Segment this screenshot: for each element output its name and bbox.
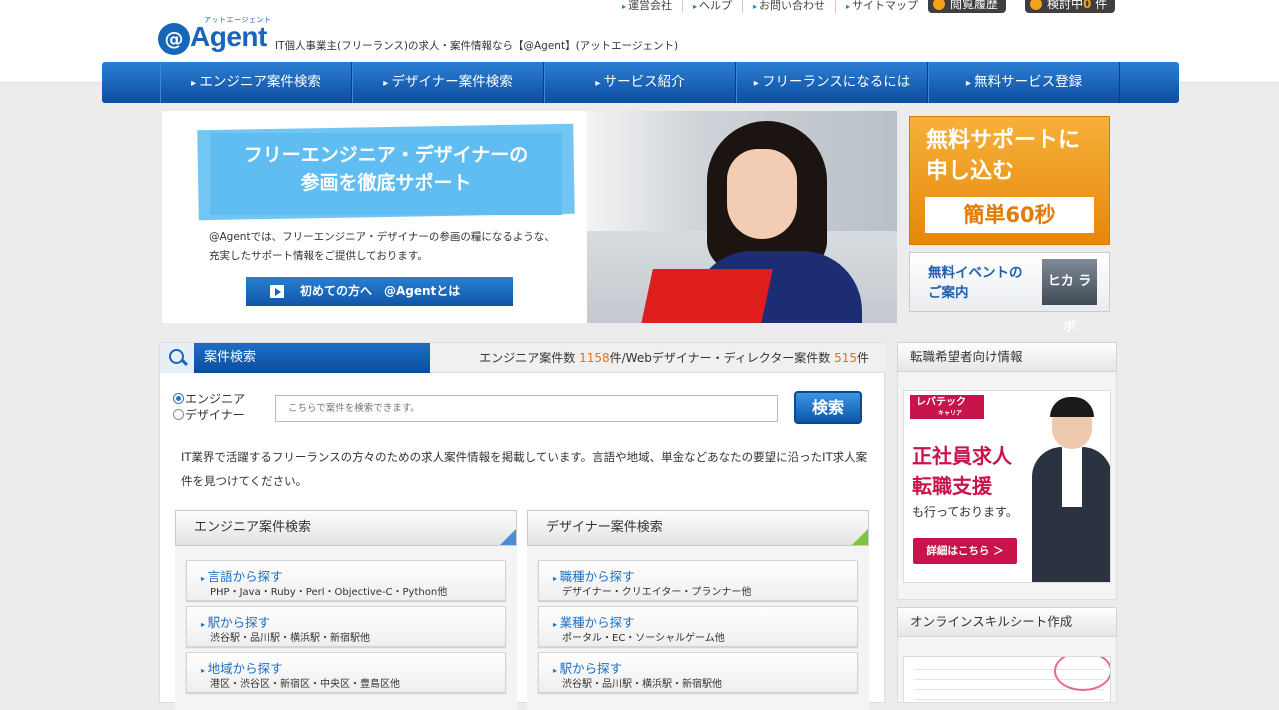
site-logo[interactable]: @ Agent アットエージェント (158, 16, 272, 56)
history-label: 閲覧履歴 (950, 0, 999, 11)
nav-service[interactable]: サービス紹介 (544, 62, 736, 103)
site-tagline: IT個人事業主(フリーランス)の求人・案件情報なら【@Agent】(アットエージ… (275, 40, 679, 52)
top-link-sitemap[interactable]: サイトマップ (835, 0, 928, 13)
job-counts: エンジニア案件数 1158件/Webデザイナー・ディレクター案件数 515件 (430, 343, 885, 373)
search-button[interactable]: 検索 (794, 391, 862, 424)
hero-title: フリーエンジニア・デザイナーの 参画を徹底サポート (243, 144, 529, 194)
hikalab-logo: ヒカ ラボ (1042, 259, 1097, 335)
radio-engineer[interactable]: エンジニア (173, 390, 245, 407)
logo-text: Agent (190, 21, 267, 52)
levtech-logo: レバテック キャリア (910, 395, 984, 419)
levtech-details-button[interactable]: 詳細はこちら ＞ (913, 538, 1017, 564)
search-icon (160, 343, 194, 373)
considering-unit: 件 (1095, 0, 1108, 11)
top-link-help[interactable]: ヘルプ (682, 0, 742, 13)
top-links: 運営会社 ヘルプ お問い合わせ サイトマップ (612, 0, 928, 13)
hero-description: @Agentでは、フリーエンジニア・デザイナーの参画の糧になるような、 充実した… (209, 231, 555, 262)
radio-checked-icon (173, 393, 184, 404)
top-link-contact[interactable]: お問い合わせ (742, 0, 835, 13)
hero-photo (587, 111, 897, 323)
free-support-button[interactable]: 無料サポートに 申し込む 簡単60秒 (909, 116, 1110, 245)
clock-icon (933, 0, 945, 10)
about-agent-button[interactable]: 初めての方へ @Agentとは (246, 277, 513, 306)
play-icon (270, 285, 284, 298)
considering-label: 検討中 (1047, 0, 1084, 11)
search-intro: IT業界で活躍するフリーランスの方々のための求人案件情報を掲載しています。言語や… (181, 450, 868, 488)
global-nav: エンジニア案件検索 デザイナー案件検索 サービス紹介 フリーランスになるには 無… (102, 62, 1179, 103)
considering-count: 0 (1083, 0, 1092, 11)
engineer-by-area[interactable]: 地域から探す 港区・渋谷区・新宿区・中央区・豊島区他 (186, 652, 506, 693)
engineer-panel-heading: エンジニア案件検索 (175, 510, 517, 546)
skill-sheet-heading[interactable]: オンラインスキルシート作成 (897, 607, 1117, 637)
cta-badge: 簡単60秒 (925, 197, 1094, 233)
search-tab: 案件検索 (160, 343, 430, 373)
designer-count: 515 (834, 351, 857, 365)
nav-become-freelance[interactable]: フリーランスになるには (736, 62, 928, 103)
designer-by-industry[interactable]: 業種から探す ポータル・EC・ソーシャルゲーム他 (538, 606, 858, 647)
radio-unchecked-icon (173, 409, 184, 420)
designer-by-station[interactable]: 駅から探す 渋谷駅・品川駅・横浜駅・新宿駅他 (538, 652, 858, 693)
designer-panel-heading: デザイナー案件検索 (527, 510, 869, 546)
nav-engineer-search[interactable]: エンジニア案件検索 (160, 62, 352, 103)
free-event-button[interactable]: 無料イベントの ご案内 ヒカ ラボ (909, 252, 1110, 335)
considering-button[interactable]: 検討中0 件 (1025, 0, 1116, 13)
designer-by-job[interactable]: 職種から探す デザイナー・クリエイター・プランナー他 (538, 560, 858, 601)
engineer-by-station[interactable]: 駅から探す 渋谷駅・品川駅・横浜駅・新宿駅他 (186, 606, 506, 647)
radio-designer[interactable]: デザイナー (173, 406, 245, 423)
levtech-career-banner[interactable]: レバテック キャリア 正社員求人 転職支援 も行っております。 詳細はこちら ＞ (903, 390, 1111, 583)
skill-sheet-preview[interactable] (903, 656, 1111, 703)
hero-banner: フリーエンジニア・デザイナーの 参画を徹底サポート @Agentでは、フリーエン… (162, 111, 897, 323)
engineer-search-panel: エンジニア案件検索 言語から探す PHP・Java・Ruby・Perl・Obje… (175, 510, 517, 710)
nav-designer-search[interactable]: デザイナー案件検索 (352, 62, 544, 103)
history-button[interactable]: 閲覧履歴 (928, 0, 1007, 13)
check-icon (1030, 0, 1042, 10)
career-info-heading: 転職希望者向け情報 (897, 342, 1117, 372)
logo-mark: @ (158, 23, 190, 55)
engineer-by-language[interactable]: 言語から探す PHP・Java・Ruby・Perl・Objective-C・Py… (186, 560, 506, 601)
designer-search-panel: デザイナー案件検索 職種から探す デザイナー・クリエイター・プランナー他 業種か… (527, 510, 869, 710)
nav-register[interactable]: 無料サービス登録 (928, 62, 1120, 103)
engineer-count: 1158 (579, 351, 610, 365)
search-input[interactable] (275, 395, 778, 422)
top-link-company[interactable]: 運営会社 (612, 0, 682, 13)
logo-ruby: アットエージェント (204, 16, 272, 24)
